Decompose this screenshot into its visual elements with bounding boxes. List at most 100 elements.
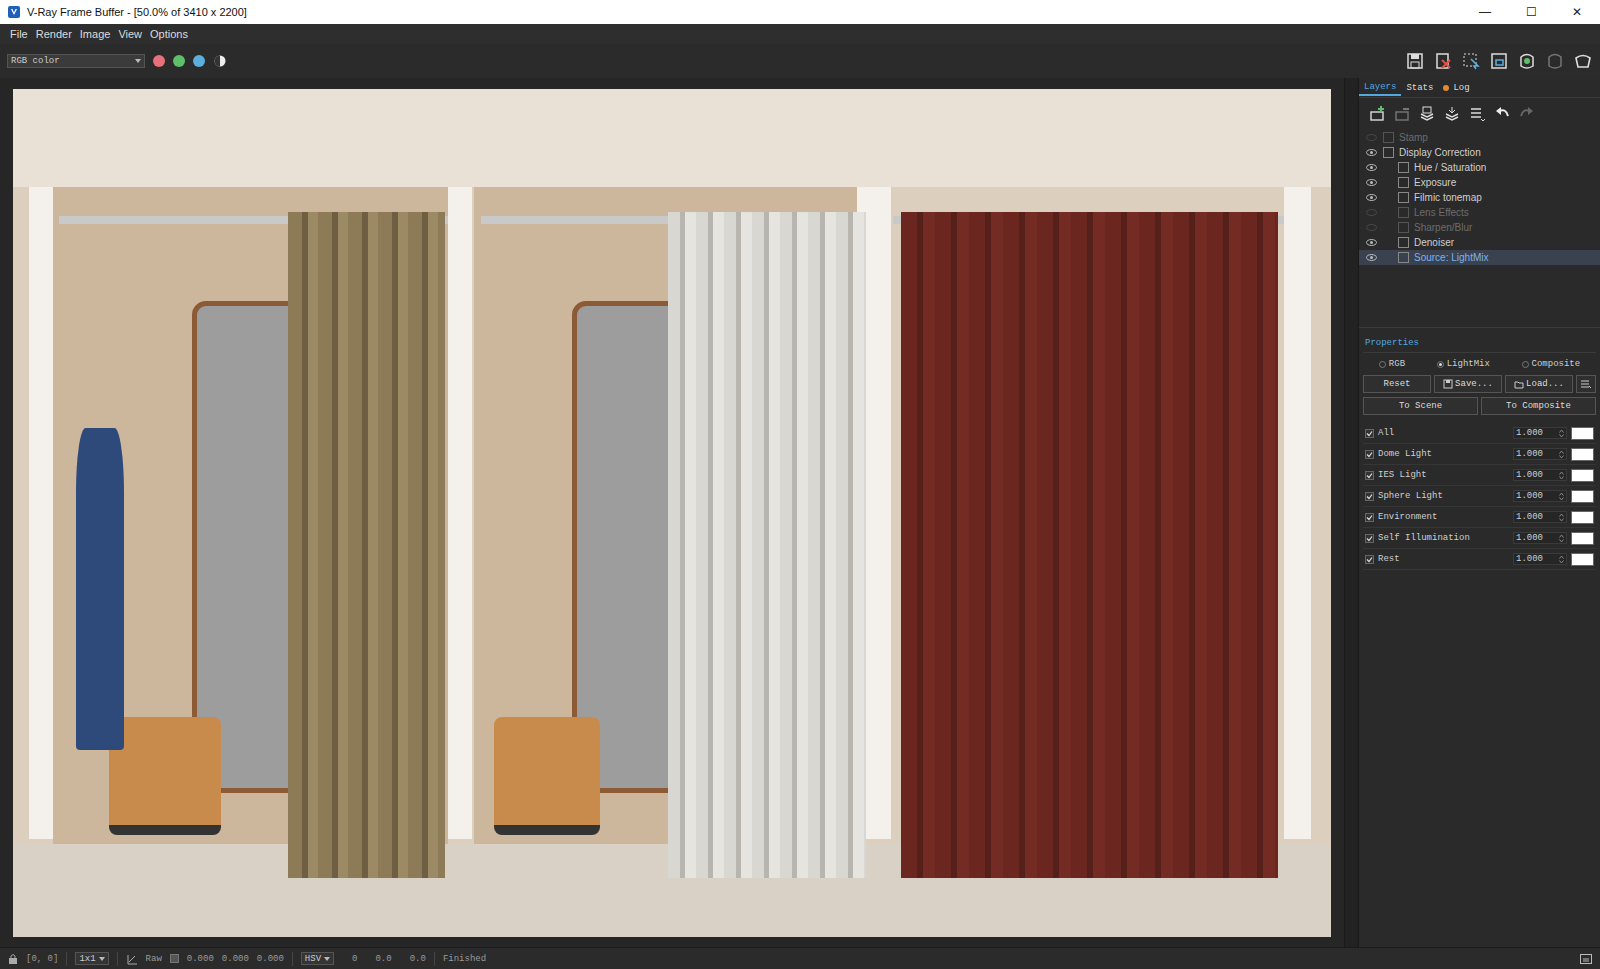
target-button[interactable]: To Composite — [1481, 397, 1596, 415]
reset-button[interactable]: Reset — [1363, 375, 1431, 393]
zoom-dropdown[interactable]: 1x1 — [75, 952, 108, 965]
light-color-swatch[interactable] — [1571, 490, 1594, 503]
mode-radio[interactable]: LightMix — [1437, 359, 1490, 369]
channel-red-button[interactable] — [153, 55, 165, 67]
color-mode-dropdown[interactable]: HSV — [301, 952, 334, 965]
spinner-icon[interactable] — [1559, 492, 1564, 501]
undo-icon[interactable] — [1493, 104, 1511, 122]
light-checkbox[interactable] — [1365, 450, 1374, 459]
menu-item[interactable]: Render — [32, 26, 76, 43]
interactive-render-icon[interactable] — [1517, 51, 1537, 71]
spinner-icon[interactable] — [1559, 429, 1564, 438]
light-multiplier[interactable]: 1.000 — [1513, 490, 1567, 502]
maximize-button[interactable]: ☐ — [1508, 0, 1554, 24]
light-color-swatch[interactable] — [1571, 469, 1594, 482]
light-checkbox[interactable] — [1365, 555, 1374, 564]
menu-item[interactable]: File — [6, 26, 32, 43]
eye-icon[interactable] — [1366, 164, 1377, 171]
layer-icon — [1398, 207, 1409, 218]
light-color-swatch[interactable] — [1571, 511, 1594, 524]
channel-blue-button[interactable] — [193, 55, 205, 67]
minimize-button[interactable]: — — [1462, 0, 1508, 24]
menu-item[interactable]: View — [114, 26, 146, 43]
render-icon[interactable] — [1573, 51, 1593, 71]
light-color-swatch[interactable] — [1571, 448, 1594, 461]
eye-icon[interactable] — [1366, 254, 1377, 261]
spinner-icon[interactable] — [1559, 450, 1564, 459]
eye-hidden-icon[interactable] — [1366, 209, 1377, 216]
separator — [292, 952, 293, 966]
spinner-icon[interactable] — [1559, 471, 1564, 480]
panel-tab[interactable]: Log — [1438, 81, 1474, 95]
eye-icon[interactable] — [1366, 179, 1377, 186]
layer-row[interactable]: Sharpen/Blur — [1359, 220, 1600, 235]
region-select-icon[interactable] — [1461, 51, 1481, 71]
options-button[interactable] — [1576, 375, 1596, 393]
light-color-swatch[interactable] — [1571, 427, 1594, 440]
layer-row[interactable]: Filmic tonemap — [1359, 190, 1600, 205]
light-multiplier[interactable]: 1.000 — [1513, 427, 1567, 439]
spinner-icon[interactable] — [1559, 513, 1564, 522]
spinner-icon[interactable] — [1559, 534, 1564, 543]
redo-icon[interactable] — [1518, 104, 1536, 122]
light-multiplier[interactable]: 1.000 — [1513, 532, 1567, 544]
menu-item[interactable]: Options — [146, 26, 192, 43]
lock-icon[interactable] — [8, 953, 18, 965]
mode-radio[interactable]: RGB — [1379, 359, 1405, 369]
layer-icon — [1383, 132, 1394, 143]
save-icon[interactable] — [1405, 51, 1425, 71]
eye-icon[interactable] — [1366, 194, 1377, 201]
save-button[interactable]: Save... — [1434, 375, 1502, 393]
layer-row[interactable]: Denoiser — [1359, 235, 1600, 250]
clear-icon[interactable] — [1433, 51, 1453, 71]
scene-ceiling — [13, 89, 1331, 187]
channel-green-button[interactable] — [173, 55, 185, 67]
light-checkbox[interactable] — [1365, 513, 1374, 522]
layer-row[interactable]: Source: LightMix — [1359, 250, 1600, 265]
eye-icon[interactable] — [1366, 149, 1377, 156]
layer-icon — [1398, 222, 1409, 233]
menu-item[interactable]: Image — [76, 26, 115, 43]
light-color-swatch[interactable] — [1571, 532, 1594, 545]
eye-hidden-icon[interactable] — [1366, 134, 1377, 141]
panel-splitter[interactable] — [1344, 78, 1358, 947]
remove-layer-icon[interactable] — [1393, 104, 1411, 122]
add-layer-icon[interactable] — [1368, 104, 1386, 122]
eye-slot — [1363, 254, 1379, 261]
light-multiplier[interactable]: 1.000 — [1513, 469, 1567, 481]
layer-list-icon[interactable] — [1468, 104, 1486, 122]
layer-row[interactable]: Exposure — [1359, 175, 1600, 190]
raw-checkbox[interactable] — [170, 954, 179, 963]
target-button[interactable]: To Scene — [1363, 397, 1478, 415]
close-button[interactable]: ✕ — [1554, 0, 1600, 24]
load-button[interactable]: Load... — [1505, 375, 1573, 393]
light-multiplier[interactable]: 1.000 — [1513, 511, 1567, 523]
light-color-swatch[interactable] — [1571, 553, 1594, 566]
light-checkbox[interactable] — [1365, 492, 1374, 501]
save-layers-icon[interactable] — [1418, 104, 1436, 122]
render-last-icon[interactable] — [1545, 51, 1565, 71]
panel-toggle-icon[interactable] — [1580, 954, 1592, 964]
layer-row[interactable]: Stamp — [1359, 130, 1600, 145]
spinner-icon[interactable] — [1559, 555, 1564, 564]
mode-radio[interactable]: Composite — [1522, 359, 1581, 369]
light-checkbox[interactable] — [1365, 534, 1374, 543]
panel-tab[interactable]: Stats — [1401, 81, 1438, 95]
eye-icon[interactable] — [1366, 239, 1377, 246]
layer-row[interactable]: Hue / Saturation — [1359, 160, 1600, 175]
color-picker-icon[interactable] — [126, 953, 138, 965]
multiplier-value: 1.000 — [1516, 428, 1543, 438]
eye-hidden-icon[interactable] — [1366, 224, 1377, 231]
light-multiplier[interactable]: 1.000 — [1513, 553, 1567, 565]
panel-tab[interactable]: Layers — [1359, 80, 1401, 96]
region-render-icon[interactable] — [1489, 51, 1509, 71]
channel-dropdown[interactable]: RGB color — [7, 54, 145, 68]
load-layers-icon[interactable] — [1443, 104, 1461, 122]
light-checkbox[interactable] — [1365, 429, 1374, 438]
layer-row[interactable]: Display Correction — [1359, 145, 1600, 160]
mono-toggle-icon[interactable] — [213, 54, 227, 68]
light-multiplier[interactable]: 1.000 — [1513, 448, 1567, 460]
layer-row[interactable]: Lens Effects — [1359, 205, 1600, 220]
render-image[interactable] — [13, 89, 1331, 937]
light-checkbox[interactable] — [1365, 471, 1374, 480]
